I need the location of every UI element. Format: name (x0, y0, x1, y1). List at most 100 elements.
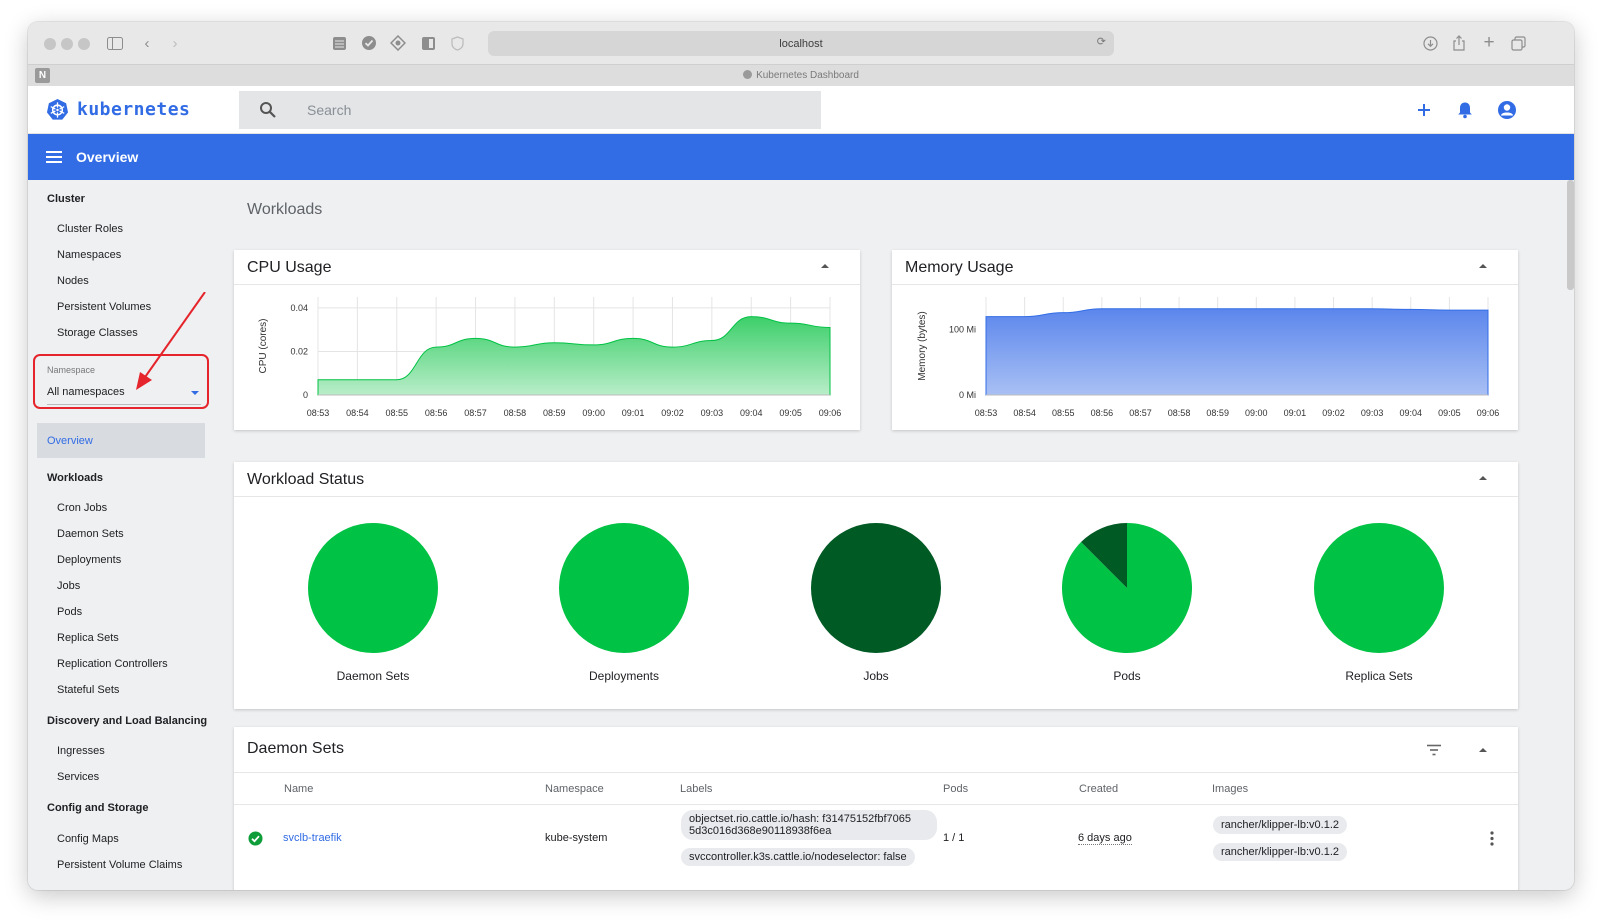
collapse-cpu-icon[interactable] (821, 264, 829, 268)
pie-chart-replica-sets[interactable] (1309, 518, 1449, 658)
create-resource-button[interactable] (1412, 98, 1436, 122)
x-tick-label: 09:04 (740, 408, 763, 418)
pie-chart-daemon-sets[interactable] (303, 518, 443, 658)
x-tick-label: 09:06 (1477, 408, 1500, 418)
sidebar-item-nodes[interactable]: Nodes (57, 275, 89, 287)
kubernetes-wheel-icon (46, 98, 69, 120)
workload-status-card: Workload Status Daemon Sets Deployments Jo… (234, 462, 1518, 709)
sidebar-item-cron-jobs[interactable]: Cron Jobs (57, 502, 107, 514)
namespace-underline (47, 404, 201, 405)
sidebar-item-replication-controllers[interactable]: Replication Controllers (57, 658, 168, 670)
pie-chart-pods[interactable] (1057, 518, 1197, 658)
extension-check-icon[interactable] (358, 32, 380, 54)
account-button[interactable] (1495, 98, 1519, 122)
sidebar-item-daemon-sets[interactable]: Daemon Sets (57, 528, 124, 540)
sidebar-toggle-icon[interactable] (104, 32, 126, 54)
back-icon[interactable]: ‹ (136, 32, 158, 54)
pie-chart-jobs[interactable] (806, 518, 946, 658)
x-tick-label: 09:02 (1322, 408, 1345, 418)
sidebar-section-cluster[interactable]: Cluster (47, 193, 85, 205)
series-area (317, 316, 831, 396)
sidebar-item-namespaces[interactable]: Namespaces (57, 249, 121, 261)
column-header-created[interactable]: Created (1079, 783, 1118, 795)
privacy-shield-icon[interactable] (446, 32, 468, 54)
sidebar-item-pvc[interactable]: Persistent Volume Claims (57, 859, 182, 871)
pie-slice[interactable] (559, 523, 689, 653)
more-actions-icon[interactable] (1490, 831, 1494, 846)
sidebar-section-discovery[interactable]: Discovery and Load Balancing (47, 715, 207, 727)
sidebar-item-deployments[interactable]: Deployments (57, 554, 121, 566)
column-header-pods: Pods (943, 783, 969, 795)
sidebar-section-workloads[interactable]: Workloads (47, 472, 103, 484)
pie-slice[interactable] (1314, 523, 1444, 653)
menu-icon[interactable] (46, 151, 62, 163)
zoom-window-button[interactable] (78, 38, 90, 50)
x-tick-label: 08:53 (307, 408, 330, 418)
memory-usage-chart: 0 Mi 100 Mi 08:53 08:54 08:55 08:56 08:57 08:58… (917, 297, 1500, 418)
collapse-workload-status-icon[interactable] (1479, 476, 1487, 480)
extension-stack-icon[interactable] (328, 32, 350, 54)
notifications-button[interactable] (1453, 98, 1477, 122)
x-tick-label: 09:00 (582, 408, 605, 418)
column-header-labels: Labels (680, 783, 713, 795)
daemon-set-name-link[interactable]: svclb-traefik (283, 832, 342, 844)
x-tick-label: 08:54 (346, 408, 369, 418)
sidebar-section-config-storage[interactable]: Config and Storage (47, 802, 148, 814)
y-tick-label: 0.04 (290, 303, 308, 313)
sidebar-item-replica-sets[interactable]: Replica Sets (57, 632, 119, 644)
pie-slice[interactable] (308, 523, 438, 653)
column-header-images: Images (1212, 783, 1249, 795)
label-chip: svccontroller.k3s.cattle.io/nodeselector… (681, 848, 915, 866)
sidebar-item-storage-classes[interactable]: Storage Classes (57, 327, 138, 339)
sidebar-item-services[interactable]: Services (57, 771, 99, 783)
extension-gear-icon[interactable] (387, 32, 409, 54)
daemon-set-created: 6 days ago (1078, 832, 1132, 845)
minimize-window-button[interactable] (61, 38, 73, 50)
bell-icon (1458, 102, 1472, 119)
sidebar-item-stateful-sets[interactable]: Stateful Sets (57, 684, 119, 696)
url-text: localhost (779, 37, 823, 50)
x-tick-label: 09:04 (1400, 408, 1423, 418)
x-tick-label: 08:56 (1091, 408, 1114, 418)
collapse-memory-icon[interactable] (1479, 264, 1487, 268)
kubernetes-logo[interactable]: kubernetes (46, 98, 190, 121)
x-tick-label: 08:55 (1052, 408, 1075, 418)
pie-chart-deployments[interactable] (554, 518, 694, 658)
close-window-button[interactable] (44, 38, 56, 50)
x-tick-label: 09:02 (661, 408, 684, 418)
y-tick-label: 0 (303, 390, 308, 400)
sidebar-item-overview-label: Overview (47, 434, 93, 447)
status-ok-icon (248, 831, 263, 846)
new-tab-icon[interactable]: + (1478, 32, 1500, 54)
forward-icon[interactable]: › (164, 32, 186, 54)
sidebar-item-ingresses[interactable]: Ingresses (57, 745, 105, 757)
account-circle-icon (1498, 101, 1516, 119)
sidebar-item-pods[interactable]: Pods (57, 606, 82, 618)
sidebar-item-jobs[interactable]: Jobs (57, 580, 80, 592)
collapse-daemon-sets-icon[interactable] (1479, 748, 1487, 752)
download-icon[interactable] (1419, 32, 1441, 54)
active-tab[interactable]: Kubernetes Dashboard (28, 70, 1574, 81)
main-scrollbar[interactable] (1567, 180, 1574, 290)
toolbar-title: Overview (76, 149, 139, 165)
y-tick-label: 100 Mi (949, 325, 976, 335)
extension-reader-icon[interactable] (417, 32, 439, 54)
namespace-select[interactable]: All namespaces (47, 386, 125, 398)
search-box[interactable] (239, 91, 821, 129)
column-header-namespace[interactable]: Namespace (545, 783, 604, 795)
tab-overview-icon[interactable] (1507, 32, 1529, 54)
sidebar-item-overview[interactable]: Overview (37, 423, 205, 458)
filter-icon[interactable] (1426, 744, 1442, 756)
share-icon[interactable] (1448, 32, 1470, 54)
column-header-name[interactable]: Name (284, 783, 313, 795)
pie-slice[interactable] (811, 523, 941, 653)
logo-text: kubernetes (77, 99, 191, 120)
sidebar-item-cluster-roles[interactable]: Cluster Roles (57, 223, 123, 235)
y-tick-label: 0 Mi (959, 390, 976, 400)
x-tick-label: 08:58 (1168, 408, 1191, 418)
pie-label: Replica Sets (1345, 669, 1413, 683)
reload-icon[interactable]: ⟳ (1097, 35, 1106, 48)
sidebar-item-config-maps[interactable]: Config Maps (57, 833, 119, 845)
url-bar[interactable]: localhost ⟳ (488, 31, 1114, 56)
search-input[interactable] (307, 102, 787, 118)
